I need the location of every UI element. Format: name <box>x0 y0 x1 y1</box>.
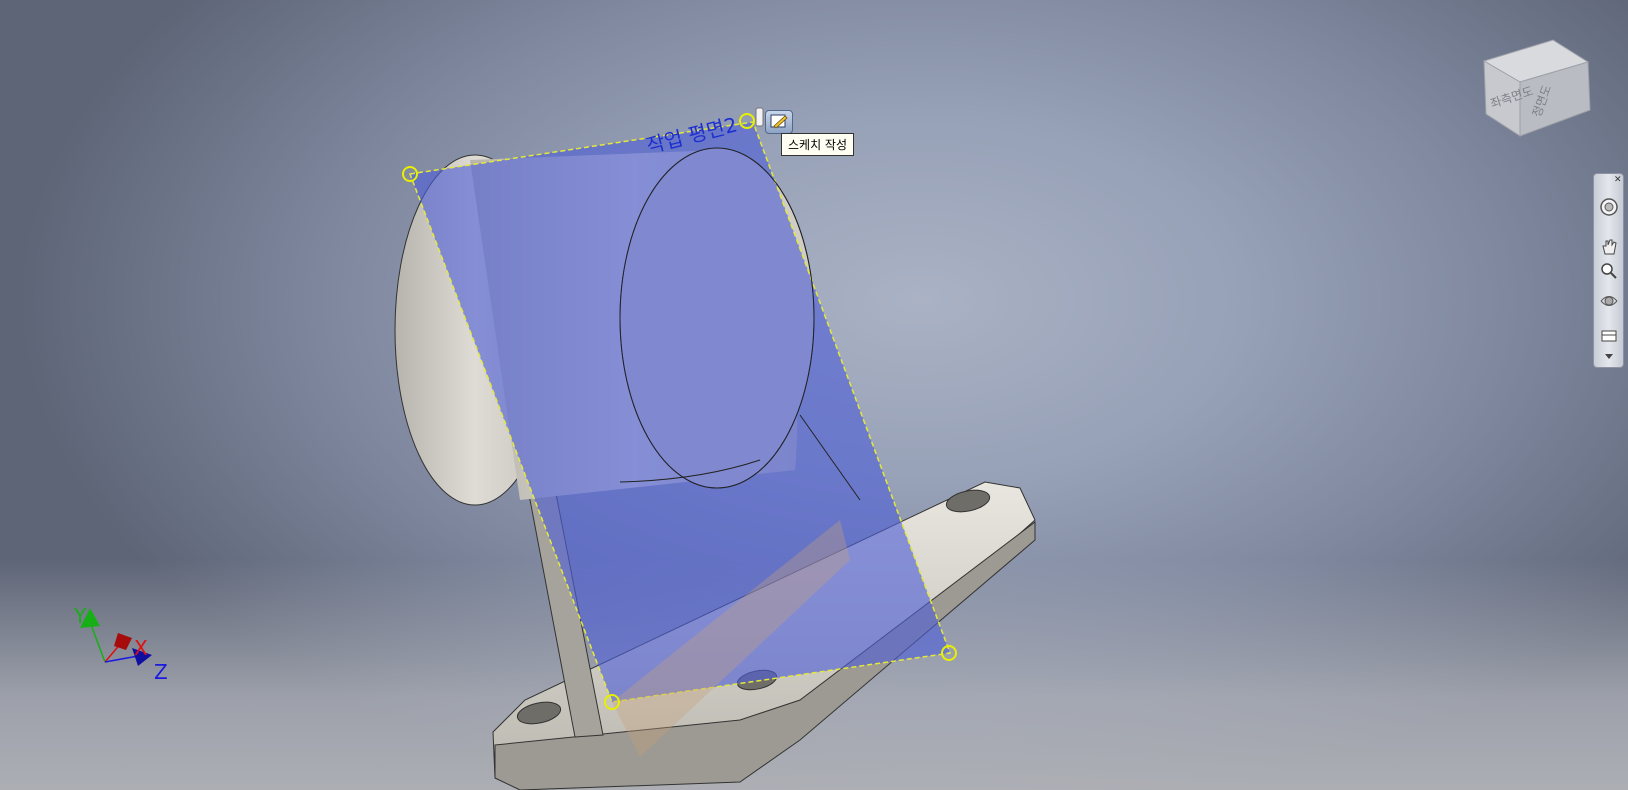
create-sketch-icon <box>770 114 788 129</box>
create-sketch-button[interactable] <box>765 110 793 134</box>
viewcube[interactable]: 좌측면도 정면도 <box>1478 34 1598 144</box>
3d-part-model[interactable] <box>0 0 1628 790</box>
tooltip: 스케치 작성 <box>781 133 855 156</box>
orbit-icon[interactable] <box>1598 290 1620 312</box>
graphics-viewport[interactable]: 작업 평면2 스케치 작성 좌측면도 정면도 ✕ Y X Z <box>0 0 1628 790</box>
close-icon[interactable]: ✕ <box>1614 175 1622 185</box>
look-at-icon[interactable] <box>1598 324 1620 346</box>
zoom-icon[interactable] <box>1598 260 1620 282</box>
pan-icon[interactable] <box>1598 236 1620 258</box>
y-axis-label: Y <box>74 604 87 628</box>
x-axis-label: X <box>134 636 148 660</box>
steering-wheel-icon[interactable] <box>1598 196 1620 218</box>
customize-icon[interactable] <box>1598 346 1620 368</box>
z-axis-label: Z <box>154 660 168 684</box>
navigation-bar: ✕ <box>1593 173 1624 368</box>
